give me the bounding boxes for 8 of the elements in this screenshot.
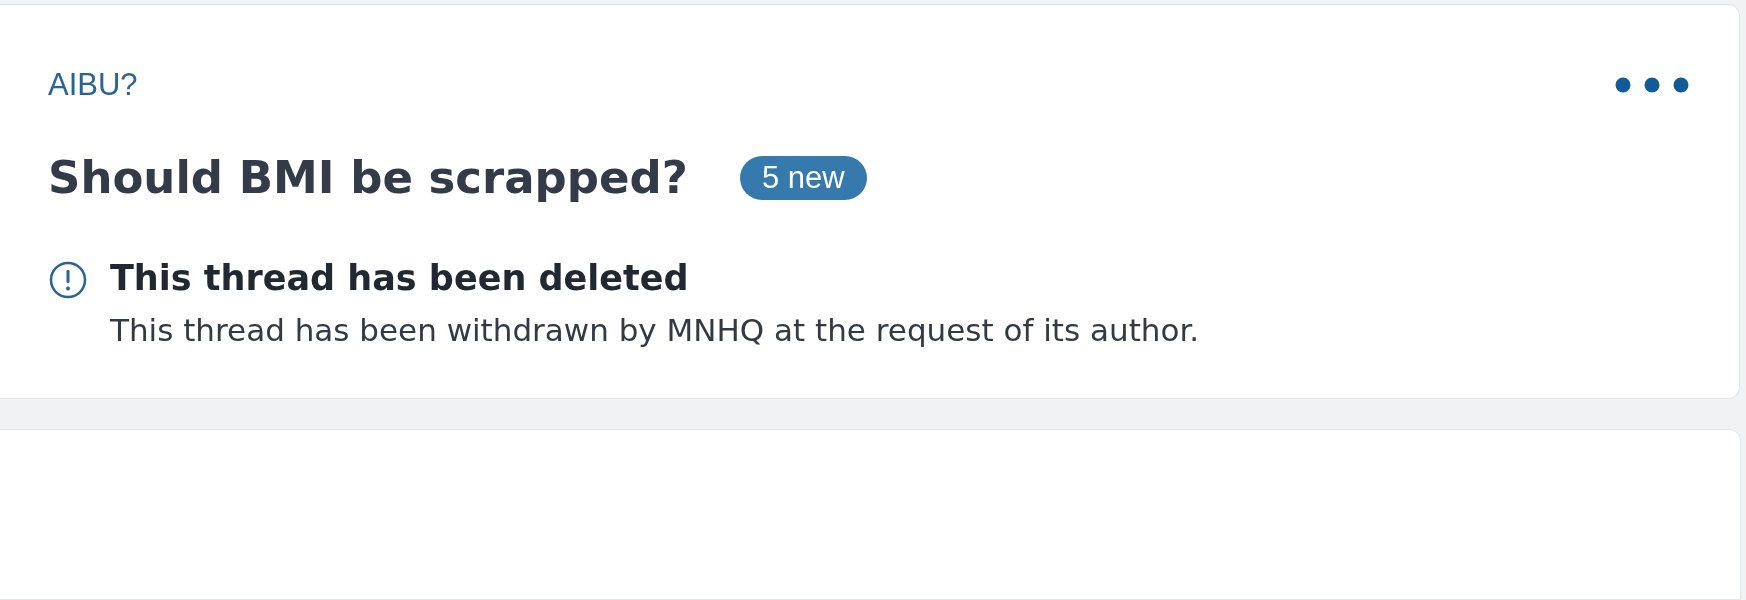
notice-heading: This thread has been deleted (110, 258, 690, 298)
notice-message: This thread has been withdrawn by MNHQ at the request of its author. (110, 312, 1200, 348)
more-icon (1615, 77, 1689, 93)
thread-title[interactable]: Should BMI be scrapped? (48, 151, 688, 204)
new-count-badge: 5 new (739, 155, 867, 200)
info-icon (48, 260, 88, 300)
category-link[interactable]: AIBU? (48, 67, 138, 103)
more-button[interactable] (1615, 77, 1689, 93)
